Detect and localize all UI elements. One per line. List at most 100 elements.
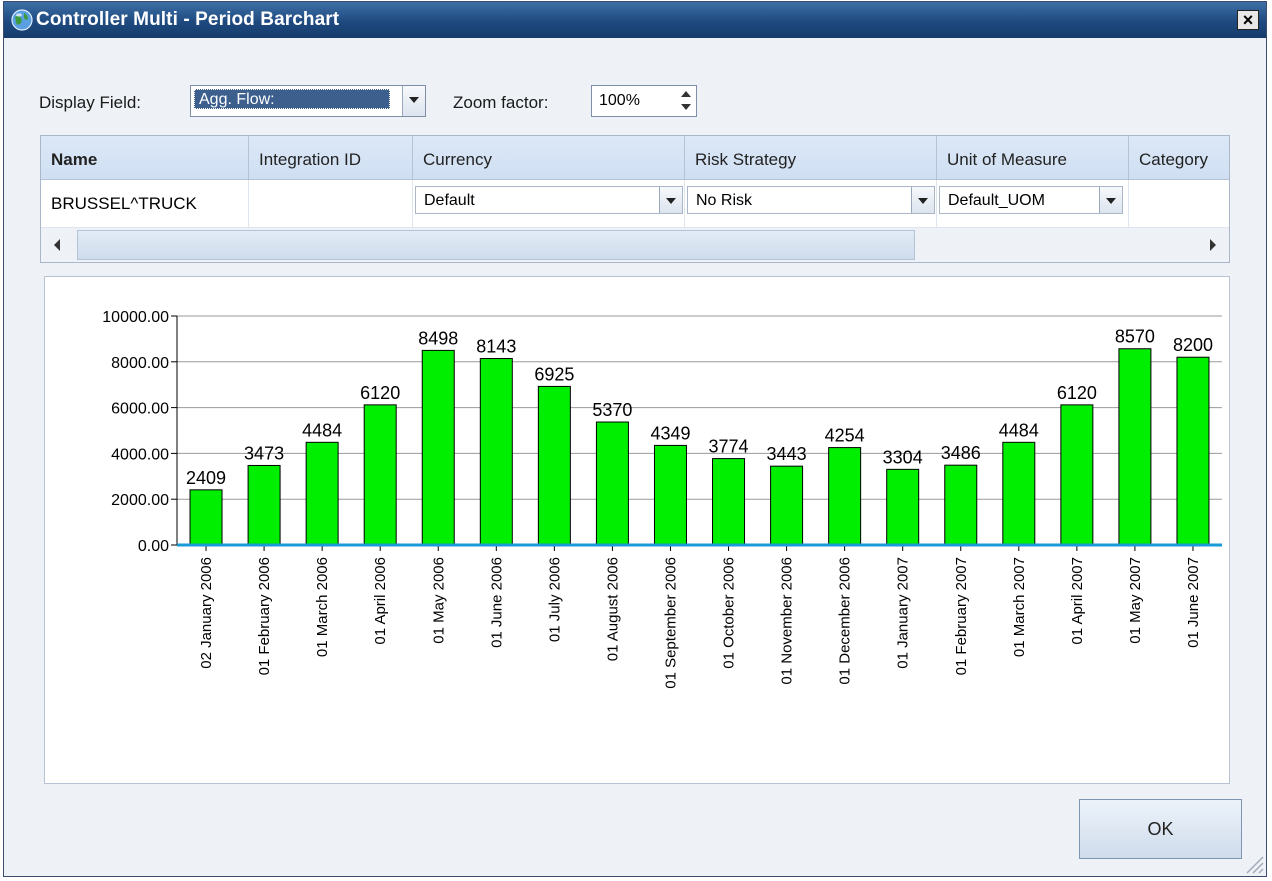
cell-name[interactable]: BRUSSEL^TRUCK <box>41 180 249 228</box>
cell-unit-of-measure[interactable]: Default_UOM <box>937 180 1129 228</box>
bar <box>1118 348 1152 546</box>
cell-integration-id[interactable] <box>249 180 413 228</box>
bar-value-label: 4349 <box>650 423 690 443</box>
x-tick-label: 01 January 2007 <box>895 557 912 669</box>
column-header-unit-of-measure[interactable]: Unit of Measure <box>937 136 1129 180</box>
resize-grip-icon[interactable] <box>1242 852 1264 874</box>
x-tick-label: 01 February 2006 <box>256 557 273 675</box>
bar <box>712 458 746 546</box>
attributes-grid: Name Integration ID Currency Risk Strate… <box>40 135 1230 263</box>
unit-of-measure-select[interactable]: Default_UOM <box>939 186 1123 214</box>
x-tick-label: 01 May 2006 <box>430 557 447 644</box>
bar-value-label: 3443 <box>767 444 807 464</box>
window-title: Controller Multi - Period Barchart <box>36 9 340 30</box>
column-header-name[interactable]: Name <box>41 136 249 180</box>
bar-value-label: 3473 <box>244 443 284 463</box>
bar-value-label: 4254 <box>825 426 865 446</box>
bar <box>886 468 920 546</box>
globe-icon <box>11 9 33 31</box>
display-field-select[interactable]: Agg. Flow: <box>190 85 426 117</box>
bar-value-label: 3486 <box>941 443 981 463</box>
bar <box>247 464 281 546</box>
x-tick-label: 01 December 2006 <box>837 557 854 685</box>
cell-risk-strategy[interactable]: No Risk <box>685 180 937 228</box>
column-header-currency[interactable]: Currency <box>413 136 685 180</box>
column-header-integration-id[interactable]: Integration ID <box>249 136 413 180</box>
bar <box>770 465 804 546</box>
risk-strategy-select[interactable]: No Risk <box>687 186 935 214</box>
close-icon: × <box>1242 10 1254 30</box>
chevron-down-icon[interactable] <box>402 86 425 116</box>
x-tick-label: 02 January 2006 <box>198 557 215 669</box>
zoom-factor-label: Zoom factor: <box>453 93 549 112</box>
display-field-label: Display Field: <box>39 93 142 112</box>
currency-select[interactable]: Default <box>415 186 683 214</box>
bar-value-label: 6120 <box>1057 383 1097 403</box>
chevron-down-icon[interactable] <box>911 187 934 213</box>
y-tick-label: 6000.00 <box>111 401 169 418</box>
bar <box>421 349 455 546</box>
bar <box>363 404 397 546</box>
bar-value-label: 4484 <box>302 420 342 440</box>
bar-value-label: 5370 <box>592 400 632 420</box>
zoom-factor-spinner[interactable]: 100% <box>591 85 697 117</box>
x-tick-label: 01 November 2006 <box>779 557 796 685</box>
bar-value-label: 6925 <box>534 364 574 384</box>
bar-value-label: 8498 <box>418 328 458 348</box>
x-tick-label: 01 March 2006 <box>314 557 331 657</box>
dialog-window: Controller Multi - Period Barchart × Dis… <box>3 1 1267 877</box>
x-tick-label: 01 June 2007 <box>1185 557 1202 648</box>
close-button[interactable]: × <box>1237 10 1259 30</box>
x-tick-label: 01 February 2007 <box>953 557 970 675</box>
y-tick-label: 8000.00 <box>111 355 169 372</box>
x-tick-label: 01 March 2007 <box>1011 557 1028 657</box>
x-tick-label: 01 May 2007 <box>1127 557 1144 644</box>
x-tick-label: 01 April 2006 <box>372 557 389 645</box>
unit-of-measure-value: Default_UOM <box>948 192 1045 209</box>
scroll-left-icon[interactable] <box>41 228 75 262</box>
x-tick-label: 01 July 2006 <box>546 557 563 642</box>
y-tick-label: 10000.00 <box>102 309 169 326</box>
x-tick-label: 01 October 2006 <box>721 557 738 669</box>
chevron-down-icon[interactable] <box>1099 187 1122 213</box>
horizontal-scrollbar[interactable] <box>41 228 1229 262</box>
bar-value-label: 2409 <box>186 468 226 488</box>
y-tick-label: 0.00 <box>138 538 169 555</box>
bar <box>1060 404 1094 546</box>
zoom-factor-value: 100% <box>599 92 640 109</box>
bar-value-label: 6120 <box>360 383 400 403</box>
bar <box>537 385 571 546</box>
display-field-value: Agg. Flow: <box>194 89 390 109</box>
cell-category[interactable] <box>1129 180 1229 228</box>
bar-value-label: 8200 <box>1173 335 1213 355</box>
scrollbar-thumb[interactable] <box>77 230 915 260</box>
x-tick-label: 01 April 2007 <box>1069 557 1086 645</box>
y-tick-label: 2000.00 <box>111 492 169 509</box>
x-tick-label: 01 June 2006 <box>488 557 505 648</box>
bar-value-label: 4484 <box>999 420 1039 440</box>
bar <box>305 441 339 546</box>
spin-down-icon[interactable] <box>678 101 694 115</box>
ok-button[interactable]: OK <box>1079 799 1242 859</box>
title-bar[interactable]: Controller Multi - Period Barchart × <box>4 2 1266 38</box>
scroll-right-icon[interactable] <box>1195 228 1229 262</box>
bar <box>1176 356 1210 546</box>
bar-value-label: 3774 <box>709 437 749 457</box>
column-header-category[interactable]: Category <box>1129 136 1229 180</box>
risk-strategy-value: No Risk <box>696 192 753 209</box>
bar <box>189 489 223 546</box>
y-tick-label: 4000.00 <box>111 446 169 463</box>
bar <box>944 464 978 546</box>
column-header-risk-strategy[interactable]: Risk Strategy <box>685 136 937 180</box>
x-tick-label: 01 August 2006 <box>604 557 621 661</box>
cell-currency[interactable]: Default <box>413 180 685 228</box>
bar-value-label: 8143 <box>476 337 516 357</box>
chevron-down-icon[interactable] <box>659 187 682 213</box>
currency-value: Default <box>424 192 475 209</box>
bar-chart: 0.00 2000.00 4000.00 6000.00 8000.00 10000.00… <box>102 309 1222 689</box>
bar <box>653 444 687 546</box>
x-tick-label: 01 September 2006 <box>662 557 679 689</box>
spin-up-icon[interactable] <box>678 87 694 101</box>
bar <box>1002 441 1036 546</box>
bar <box>828 447 862 546</box>
